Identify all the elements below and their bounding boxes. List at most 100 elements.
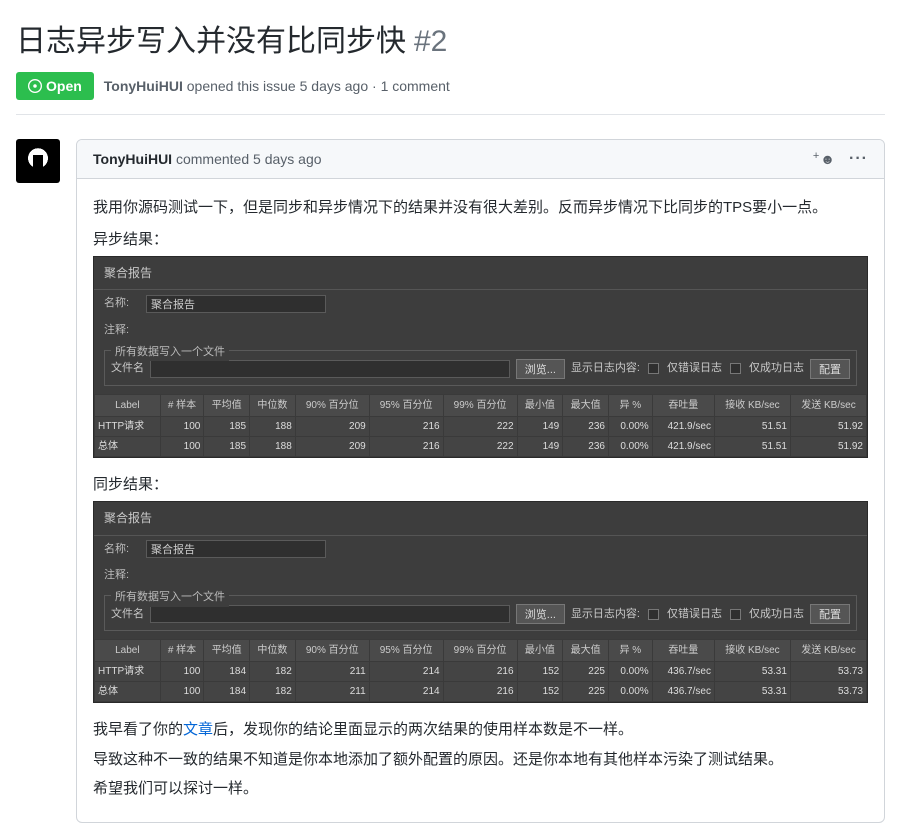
table-cell: 185 [204,436,250,456]
table-cell: 216 [369,416,443,436]
only-error-label: 仅错误日志 [667,359,722,378]
table-cell: 152 [517,662,563,682]
table-cell: 211 [295,682,369,702]
jmeter-report-sync: 聚合报告 名称: 注释: 所有数据写入一个文件 文件名 浏览... 显示日志内 [93,501,868,703]
async-result-label: 异步结果： [93,227,868,253]
table-cell: 184 [204,682,250,702]
sync-result-label: 同步结果： [93,472,868,498]
column-header[interactable]: 中位数 [250,394,296,416]
table-cell: 51.51 [714,436,790,456]
table-cell: 51.92 [790,436,866,456]
issue-meta: TonyHuiHUI opened this issue 5 days ago … [104,78,450,94]
column-header[interactable]: 吞吐量 [652,640,714,662]
column-header[interactable]: 99% 百分位 [443,640,517,662]
column-header[interactable]: 最小值 [517,394,563,416]
table-cell: 421.9/sec [652,416,714,436]
table-cell: HTTP请求 [95,662,161,682]
column-header[interactable]: 发送 KB/sec [790,394,866,416]
paragraph: 我早看了你的文章后，发现你的结论里面显示的两次结果的使用样本数是不一样。 [93,717,868,743]
table-cell: 236 [563,436,609,456]
table-cell: 152 [517,682,563,702]
table-row: 总体1001851882092162221492360.00%421.9/sec… [95,436,867,456]
browse-button[interactable]: 浏览... [516,359,565,379]
config-button[interactable]: 配置 [810,359,850,379]
fieldset-legend: 所有数据写入一个文件 [111,588,229,607]
column-header[interactable]: 最大值 [563,394,609,416]
column-header[interactable]: 吞吐量 [652,394,714,416]
filename-input[interactable] [150,605,510,623]
only-success-checkbox[interactable] [730,609,741,620]
table-cell: 100 [160,436,204,456]
table-cell: 182 [250,662,296,682]
column-header[interactable]: # 样本 [160,394,204,416]
issue-header: 日志异步写入并没有比同步快 #2 Open TonyHuiHUI opened … [0,0,901,123]
only-success-checkbox[interactable] [730,363,741,374]
filename-label: 文件名 [111,605,144,624]
column-header[interactable]: 接收 KB/sec [714,640,790,662]
column-header[interactable]: 最小值 [517,640,563,662]
table-cell: 总体 [95,682,161,702]
log-display-label: 显示日志内容: [571,359,640,378]
column-header[interactable]: 接收 KB/sec [714,394,790,416]
column-header[interactable]: 异 % [608,394,652,416]
article-link[interactable]: 文章 [183,721,213,738]
table-cell: 214 [369,682,443,702]
column-header[interactable]: # 样本 [160,640,204,662]
column-header[interactable]: 90% 百分位 [295,394,369,416]
paragraph: 我用你源码测试一下，但是同步和异步情况下的结果并没有很大差别。反而异步情况下比同… [93,195,868,221]
column-header[interactable]: 平均值 [204,394,250,416]
comment-label: 注释: [104,566,140,585]
data-table-sync: Label# 样本平均值中位数90% 百分位95% 百分位99% 百分位最小值最… [94,639,867,702]
column-header[interactable]: Label [95,394,161,416]
table-row: HTTP请求1001851882092162221492360.00%421.9… [95,416,867,436]
table-row: HTTP请求1001841822112142161522250.00%436.7… [95,662,867,682]
filename-label: 文件名 [111,359,144,378]
log-display-label: 显示日志内容: [571,605,640,624]
column-header[interactable]: 95% 百分位 [369,640,443,662]
data-table-async: Label# 样本平均值中位数90% 百分位95% 百分位99% 百分位最小值最… [94,394,867,457]
name-label: 名称: [104,540,140,559]
comment: TonyHuiHUI commented 5 days ago +☻ ··· 我… [76,139,885,823]
column-header[interactable]: 异 % [608,640,652,662]
column-header[interactable]: 中位数 [250,640,296,662]
filename-input[interactable] [150,360,510,378]
browse-button[interactable]: 浏览... [516,604,565,624]
name-label: 名称: [104,294,140,313]
table-cell: 436.7/sec [652,682,714,702]
column-header[interactable]: 99% 百分位 [443,394,517,416]
table-cell: 211 [295,662,369,682]
column-header[interactable]: 发送 KB/sec [790,640,866,662]
only-error-checkbox[interactable] [648,363,659,374]
config-button[interactable]: 配置 [810,604,850,624]
report-name-input[interactable] [146,540,326,558]
column-header[interactable]: 平均值 [204,640,250,662]
comment-menu-button[interactable]: ··· [849,150,868,168]
table-cell: 149 [517,416,563,436]
comment-timestamp[interactable]: 5 days ago [253,151,322,167]
issue-title: 日志异步写入并没有比同步快 [16,16,406,60]
column-header[interactable]: 95% 百分位 [369,394,443,416]
column-header[interactable]: 最大值 [563,640,609,662]
table-cell: 436.7/sec [652,662,714,682]
report-name-input[interactable] [146,295,326,313]
jmeter-report-async: 聚合报告 名称: 注释: 所有数据写入一个文件 文件名 浏览... 显示日志内 [93,256,868,458]
table-cell: 216 [369,436,443,456]
avatar[interactable] [16,139,60,183]
column-header[interactable]: Label [95,640,161,662]
table-cell: 0.00% [608,436,652,456]
issue-author-link[interactable]: TonyHuiHUI [104,78,183,94]
table-cell: 421.9/sec [652,436,714,456]
table-cell: 222 [443,436,517,456]
state-badge-open: Open [16,72,94,100]
table-cell: 216 [443,682,517,702]
table-cell: 185 [204,416,250,436]
table-cell: 225 [563,662,609,682]
report-title: 聚合报告 [94,257,867,290]
only-error-checkbox[interactable] [648,609,659,620]
table-cell: 184 [204,662,250,682]
add-reaction-button[interactable]: +☻ [813,151,835,167]
column-header[interactable]: 90% 百分位 [295,640,369,662]
comment-author-link[interactable]: TonyHuiHUI [93,151,172,167]
table-cell: 100 [160,662,204,682]
table-cell: 0.00% [608,662,652,682]
